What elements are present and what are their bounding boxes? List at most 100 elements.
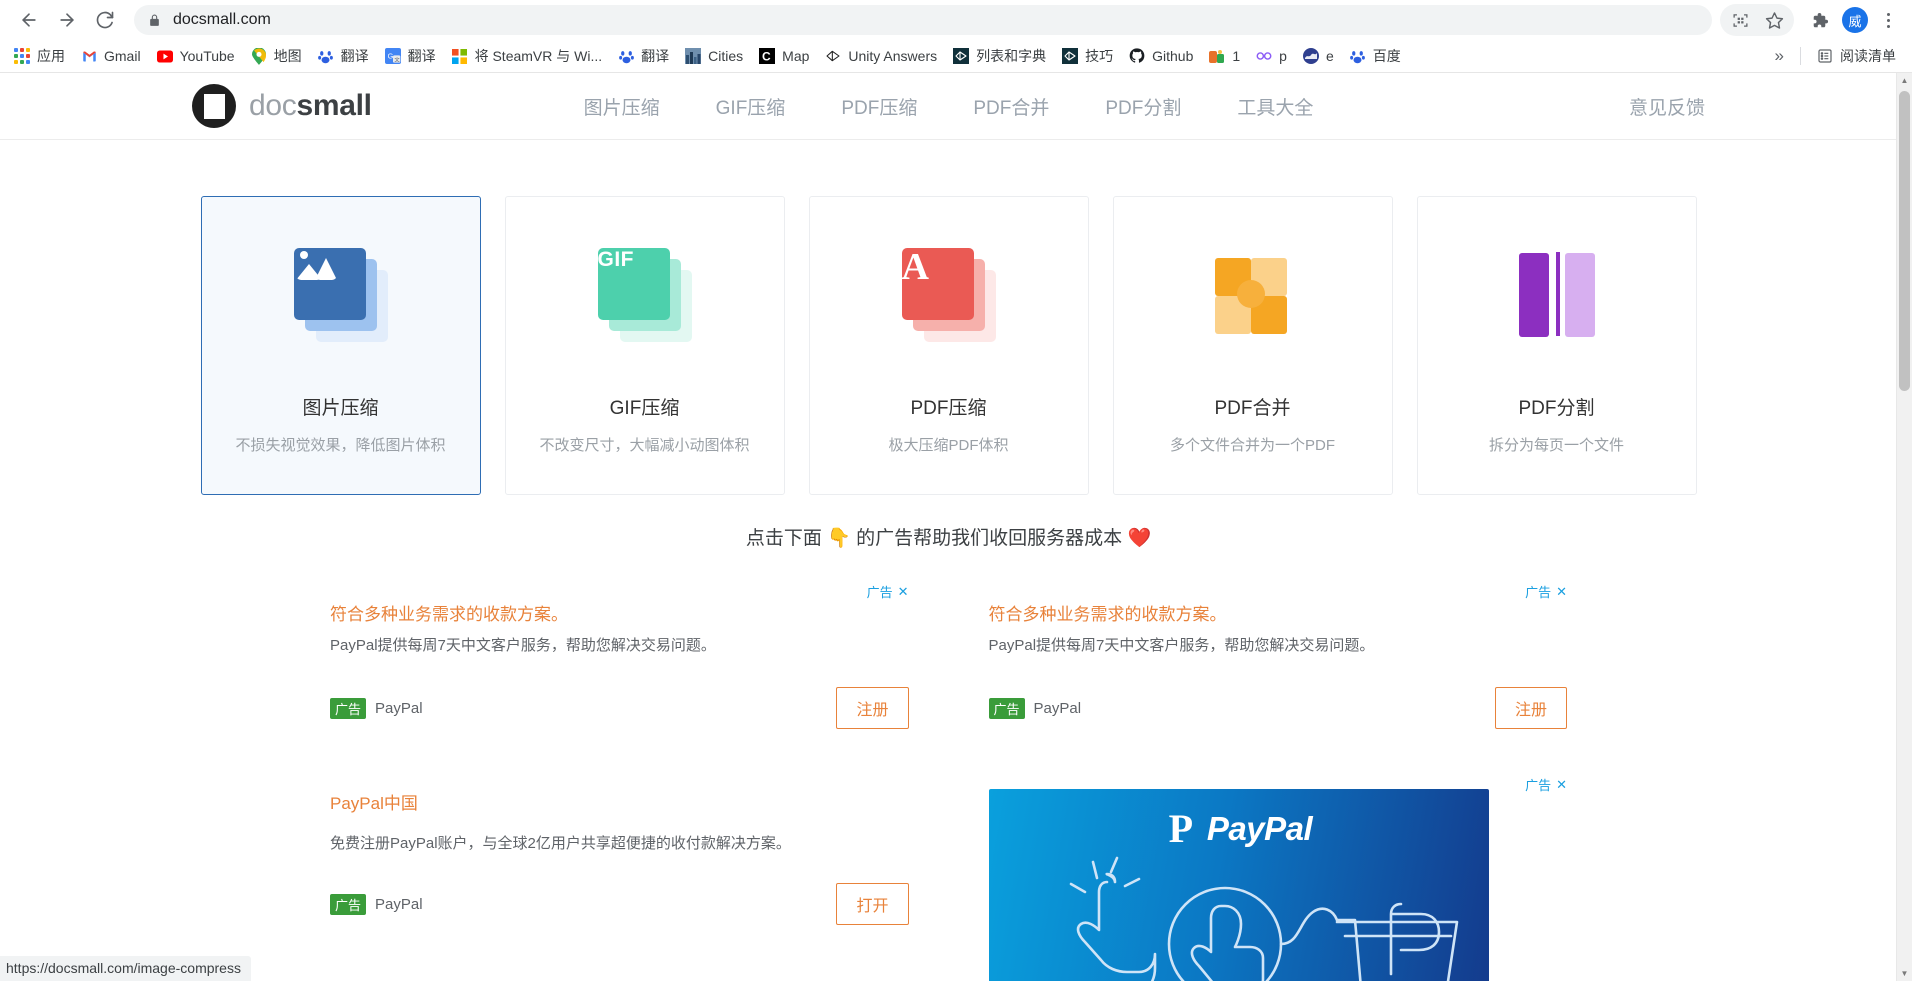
- ad-unit-2[interactable]: 广告 ✕ 符合多种业务需求的收款方案。 PayPal提供每周7天中文客户服务，帮…: [949, 582, 1568, 729]
- circle-wave-icon: [1302, 48, 1319, 64]
- pdf-merge-icon: [1114, 197, 1392, 393]
- ad-unit-3[interactable]: PayPal中国 免费注册PayPal账户，与全球2亿用户共享超便捷的收付款解决…: [330, 789, 949, 981]
- bookmark-p[interactable]: p: [1248, 43, 1295, 69]
- close-icon[interactable]: ✕: [1556, 777, 1567, 793]
- nav-item-all-tools[interactable]: 工具大全: [1237, 93, 1313, 120]
- bookmark-e[interactable]: e: [1295, 43, 1342, 69]
- nav-item-image-compress[interactable]: 图片压缩: [584, 93, 660, 120]
- ad-badge: 广告: [988, 697, 1025, 719]
- c-square-icon: C: [759, 48, 776, 64]
- site-logo[interactable]: docsmall: [192, 84, 372, 128]
- paypal-logo: P PayPal: [989, 789, 1489, 849]
- tool-card-gif-compress[interactable]: GIF GIF压缩 不改变尺寸，大幅减小动图体积: [504, 196, 785, 495]
- bookmark-baidu-translate[interactable]: 翻译: [310, 43, 377, 69]
- unity-dark-icon: [1062, 48, 1079, 64]
- tool-card-pdf-compress[interactable]: A PDF压缩 极大压缩PDF体积: [808, 196, 1089, 495]
- ad-unit-1[interactable]: 广告 ✕ 符合多种业务需求的收款方案。 PayPal提供每周7天中文客户服务，帮…: [330, 582, 949, 729]
- scrollbar-thumb[interactable]: [1899, 91, 1910, 391]
- site-header: docsmall 图片压缩 GIF压缩 PDF压缩 PDF合并 PDF分割 工具…: [0, 73, 1897, 139]
- address-bar[interactable]: docsmall.com: [134, 5, 1712, 35]
- nav-item-pdf-compress[interactable]: PDF压缩: [841, 93, 917, 120]
- ad-headline[interactable]: 符合多种业务需求的收款方案。: [989, 600, 1568, 625]
- ad-unit-banner[interactable]: 广告 ✕ P PayPal: [949, 777, 1567, 981]
- bookmark-youtube[interactable]: YouTube: [149, 43, 243, 69]
- gmail-icon: [81, 48, 97, 64]
- tool-card-desc: 拆分为每页一个文件: [1488, 437, 1624, 454]
- bookmark-label: p: [1279, 48, 1287, 64]
- ad-cta-button[interactable]: 注册: [1494, 687, 1567, 729]
- nav-item-pdf-split[interactable]: PDF分割: [1105, 93, 1181, 120]
- tool-card-pdf-merge[interactable]: PDF合并 多个文件合并为一个PDF: [1112, 196, 1393, 495]
- gif-glyph-label: GIF: [597, 248, 634, 271]
- bookmark-list-dict[interactable]: 列表和字典: [945, 43, 1054, 69]
- ad-advertiser: PayPal: [375, 895, 423, 913]
- bookmark-cities[interactable]: Cities: [677, 43, 751, 69]
- bookmark-steamvr[interactable]: 将 SteamVR 与 Wi...: [444, 43, 611, 69]
- logo-text-light: doc: [249, 89, 297, 122]
- reading-list-button[interactable]: 阅读清单: [1809, 43, 1904, 69]
- close-icon[interactable]: ✕: [1556, 584, 1567, 600]
- scroll-up-arrow[interactable]: ▲: [1897, 73, 1912, 88]
- ad-body: 免费注册PayPal账户，与全球2亿用户共享超便捷的收付款解决方案。: [330, 835, 791, 852]
- bookmark-google-translate[interactable]: G文 翻译: [377, 43, 444, 69]
- nav-item-pdf-merge[interactable]: PDF合并: [973, 93, 1049, 120]
- svg-text:G: G: [387, 52, 393, 61]
- close-icon[interactable]: ✕: [898, 584, 909, 600]
- ad-cta-button[interactable]: 注册: [836, 687, 909, 729]
- ad-flag-banner[interactable]: 广告 ✕: [1525, 775, 1567, 794]
- page-viewport: docsmall 图片压缩 GIF压缩 PDF压缩 PDF合并 PDF分割 工具…: [0, 73, 1912, 981]
- ad-flag-1[interactable]: 广告 ✕: [867, 582, 909, 601]
- bookmark-one[interactable]: 1: [1201, 43, 1248, 69]
- bookmarks-overflow-button[interactable]: »: [1765, 46, 1794, 66]
- bookmark-star-icon[interactable]: [1757, 4, 1791, 36]
- reload-button[interactable]: [86, 1, 124, 39]
- page-scrollbar[interactable]: ▲ ▼: [1896, 73, 1912, 981]
- bookmark-tips[interactable]: 技巧: [1054, 43, 1121, 69]
- tool-card-image-compress[interactable]: 图片压缩 不损失视觉效果，降低图片体积: [200, 196, 481, 495]
- tool-card-pdf-split[interactable]: PDF分割 拆分为每页一个文件: [1416, 196, 1697, 495]
- colorful-icon: [1209, 48, 1225, 64]
- bookmark-baidu-translate-2[interactable]: 翻译: [610, 43, 677, 69]
- bookmark-unity-answers[interactable]: Unity Answers: [817, 43, 945, 69]
- lock-icon: [148, 13, 161, 28]
- tool-card-title: PDF合并: [1214, 398, 1291, 419]
- forward-button[interactable]: [48, 1, 86, 39]
- feedback-link[interactable]: 意见反馈: [1629, 93, 1705, 120]
- nav-item-gif-compress[interactable]: GIF压缩: [716, 93, 786, 120]
- ad-flag-2[interactable]: 广告 ✕: [1525, 582, 1567, 601]
- ad-headline[interactable]: 符合多种业务需求的收款方案。: [330, 600, 909, 625]
- bookmark-baidu[interactable]: 百度: [1342, 43, 1409, 69]
- extensions-puzzle-icon[interactable]: [1802, 4, 1836, 36]
- ad-notice-post: 的广告帮助我们收回服务器成本: [856, 528, 1123, 549]
- ad-flag-label: 广告: [1525, 585, 1552, 600]
- chrome-menu-button[interactable]: [1874, 4, 1902, 36]
- gif-stack-icon: GIF: [506, 197, 784, 393]
- back-button[interactable]: [10, 1, 48, 39]
- profile-avatar[interactable]: 威: [1842, 7, 1868, 33]
- ad-row-2: PayPal中国 免费注册PayPal账户，与全球2亿用户共享超便捷的收付款解决…: [0, 777, 1897, 981]
- ad-advertiser: PayPal: [375, 699, 423, 717]
- bookmark-gmail[interactable]: Gmail: [73, 43, 149, 69]
- bookmark-label: Unity Answers: [848, 48, 938, 64]
- browser-toolbar: docsmall.com 威: [0, 0, 1912, 40]
- bookmark-map[interactable]: C Map: [751, 43, 817, 69]
- tool-cards: 图片压缩 不损失视觉效果，降低图片体积 GIF GIF压缩 不改变尺寸，大幅减小…: [0, 196, 1897, 495]
- ad-footer: 广告 PayPal 打开: [330, 883, 909, 925]
- bookmark-apps[interactable]: 应用: [6, 43, 73, 69]
- bookmark-label: 翻译: [407, 48, 436, 64]
- bookmark-label: YouTube: [179, 48, 235, 64]
- bookmark-github[interactable]: Github: [1121, 43, 1201, 69]
- pointing-down-hand-icon: 👇: [827, 528, 851, 549]
- bookmark-label: 列表和字典: [976, 48, 1047, 64]
- bookmark-label: Github: [1152, 48, 1194, 64]
- ad-body: PayPal提供每周7天中文客户服务，帮助您解决交易问题。: [330, 637, 716, 654]
- qr-code-icon[interactable]: [1723, 4, 1757, 36]
- bookmark-maps[interactable]: 地图: [243, 43, 310, 69]
- ad-badge: 广告: [330, 893, 367, 915]
- ad-headline[interactable]: PayPal中国: [330, 789, 909, 814]
- scroll-down-arrow[interactable]: ▼: [1897, 966, 1912, 981]
- ad-cta-button[interactable]: 打开: [836, 883, 909, 925]
- bookmark-label: 1: [1232, 48, 1241, 64]
- bookmark-label: 应用: [37, 48, 65, 64]
- paypal-banner-ad[interactable]: P PayPal: [988, 789, 1489, 981]
